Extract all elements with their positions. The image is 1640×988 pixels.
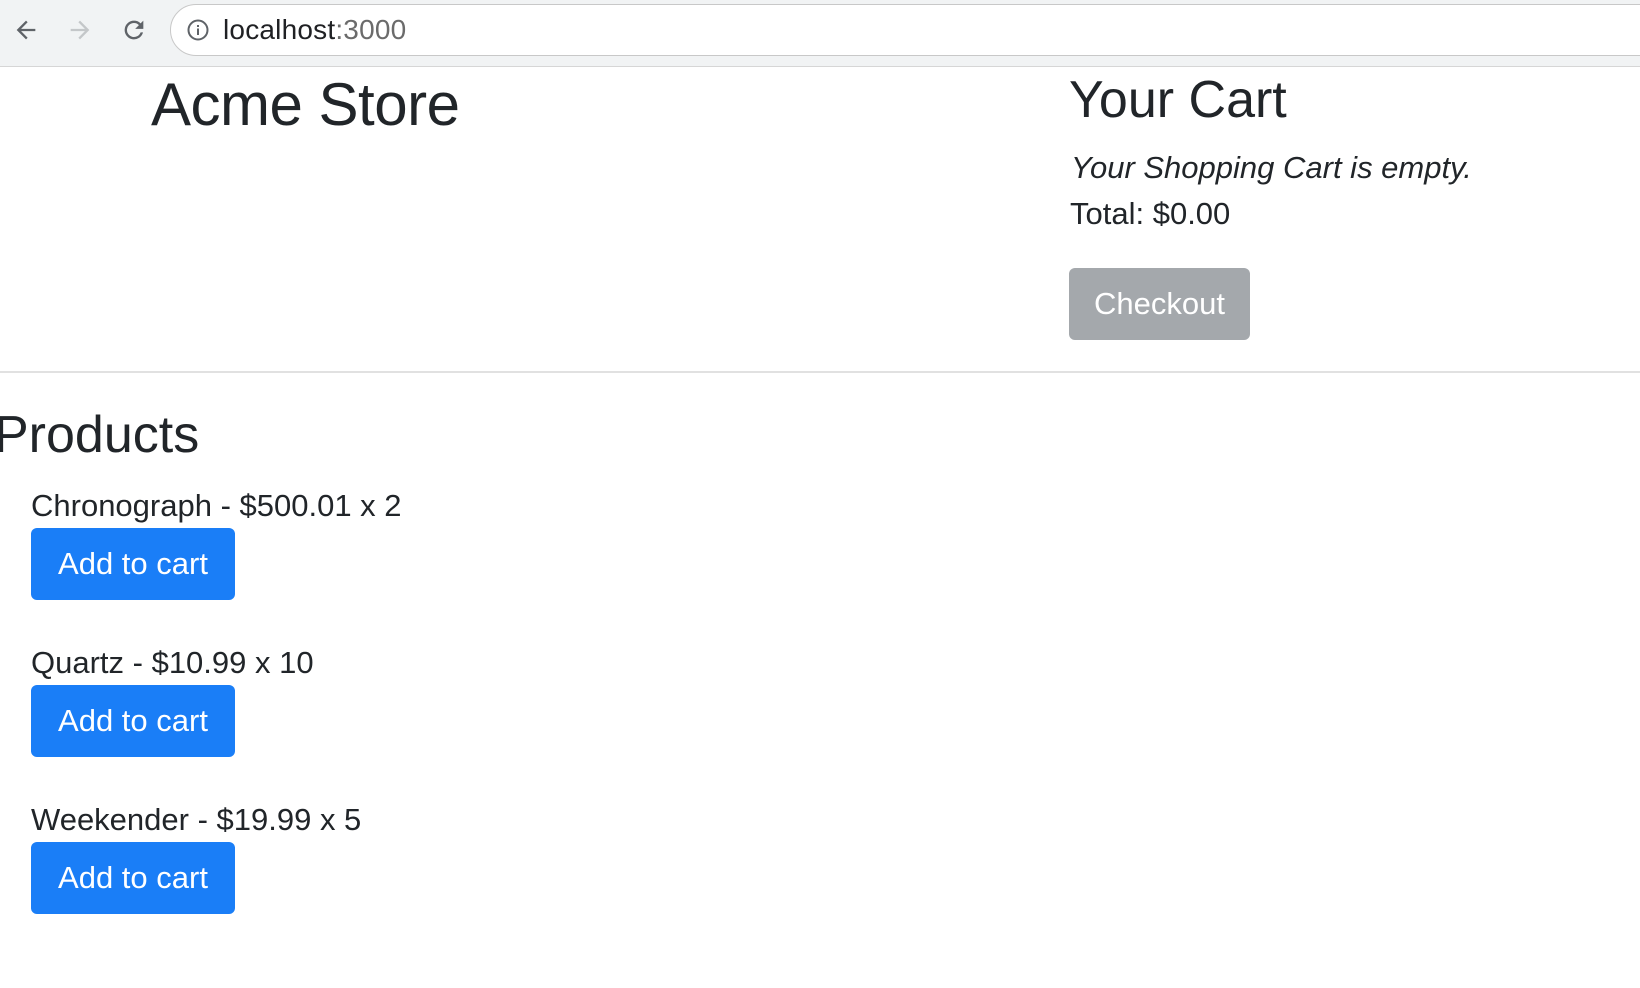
- forward-button[interactable]: [62, 12, 98, 48]
- browser-toolbar: localhost:3000: [0, 0, 1640, 67]
- info-circle-icon[interactable]: [185, 17, 211, 43]
- product-label: Weekender - $19.99 x 5: [31, 802, 362, 837]
- url-port: :3000: [335, 14, 407, 45]
- back-button[interactable]: [8, 12, 44, 48]
- products-title: Products: [0, 406, 200, 464]
- product-item-chronograph: Chronograph - $500.01 x 2 Add to cart: [31, 485, 631, 600]
- add-to-cart-button[interactable]: Add to cart: [31, 528, 235, 600]
- reload-button[interactable]: [116, 12, 152, 48]
- add-to-cart-button[interactable]: Add to cart: [31, 685, 235, 757]
- product-item-weekender: Weekender - $19.99 x 5 Add to cart: [31, 799, 631, 914]
- store-title: Acme Store: [151, 71, 460, 138]
- reload-icon: [124, 20, 144, 40]
- url-host: localhost: [223, 14, 336, 45]
- product-label: Chronograph - $500.01 x 2: [31, 488, 402, 523]
- add-to-cart-button[interactable]: Add to cart: [31, 842, 235, 914]
- divider: [0, 371, 1640, 373]
- arrow-right-icon: [70, 20, 90, 40]
- product-label: Quartz - $10.99 x 10: [31, 645, 314, 680]
- product-item-quartz: Quartz - $10.99 x 10 Add to cart: [31, 642, 631, 757]
- cart-empty-message: Your Shopping Cart is empty.: [1071, 150, 1472, 185]
- checkout-button[interactable]: Checkout: [1069, 268, 1250, 340]
- arrow-left-icon: [16, 20, 36, 40]
- cart-total: Total: $0.00: [1070, 196, 1231, 231]
- address-bar[interactable]: localhost:3000: [170, 4, 1640, 56]
- url-text: localhost:3000: [223, 14, 406, 46]
- cart-title: Your Cart: [1069, 71, 1287, 129]
